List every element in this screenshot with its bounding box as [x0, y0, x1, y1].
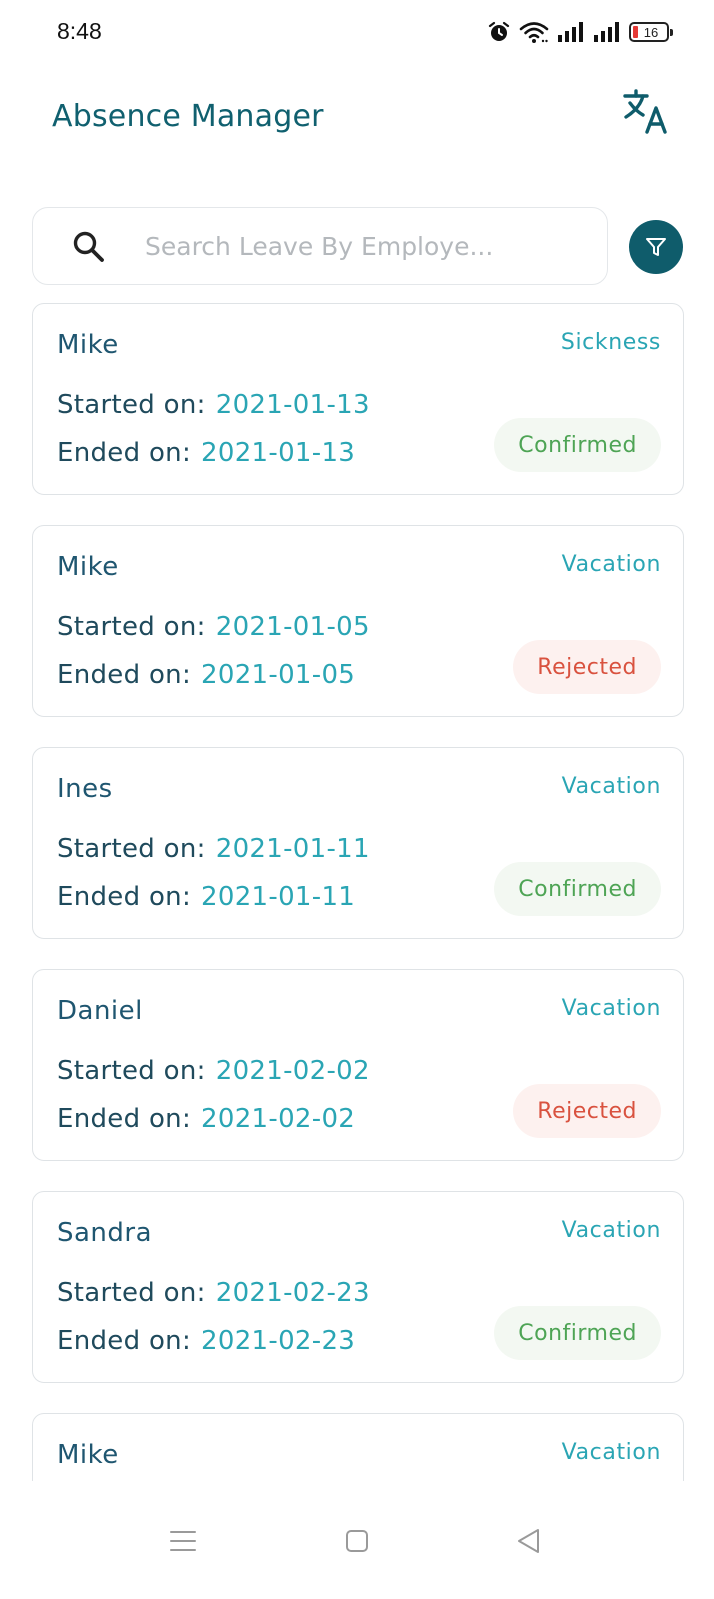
back-button[interactable] — [508, 1523, 548, 1559]
navigation-bar — [0, 1481, 714, 1599]
leave-card[interactable]: Sandra Vacation Started on: 2021-02-23 En… — [32, 1191, 684, 1383]
menu-icon — [170, 1531, 196, 1551]
status-bar: 8:48 16 — [0, 0, 714, 66]
end-date: 2021-01-11 — [201, 882, 356, 912]
menu-button[interactable] — [163, 1523, 203, 1559]
start-date: 2021-01-11 — [215, 834, 370, 864]
start-date: 2021-01-05 — [215, 612, 370, 642]
end-date-row: Ended on: 2021-02-02 — [57, 1104, 355, 1134]
leave-card[interactable]: Mike Vacation — [32, 1413, 684, 1481]
status-badge: Confirmed — [494, 418, 661, 472]
status-badge: Rejected — [513, 1084, 661, 1138]
wifi-icon — [519, 22, 549, 43]
page-title: Absence Manager — [52, 99, 324, 134]
status-badge: Rejected — [513, 640, 661, 694]
leave-card[interactable]: Daniel Vacation Started on: 2021-02-02 En… — [32, 969, 684, 1161]
end-date-row: Ended on: 2021-01-11 — [57, 882, 355, 912]
leave-type: Vacation — [561, 1218, 661, 1243]
employee-name: Mike — [57, 1440, 119, 1470]
search-box — [32, 207, 608, 285]
translate-button[interactable] — [622, 88, 672, 138]
start-label: Started on: — [57, 390, 206, 420]
start-label: Started on: — [57, 1056, 206, 1086]
end-date-row: Ended on: 2021-02-23 — [57, 1326, 355, 1356]
leave-list: Mike Sickness Started on: 2021-01-13 Ende… — [32, 303, 684, 1481]
start-date-row: Started on: 2021-01-13 — [57, 390, 370, 420]
end-label: Ended on: — [57, 882, 192, 912]
status-time: 8:48 — [57, 18, 102, 44]
start-date: 2021-01-13 — [215, 390, 370, 420]
search-input[interactable] — [145, 226, 555, 266]
end-date-row: Ended on: 2021-01-13 — [57, 438, 355, 468]
start-date-row: Started on: 2021-02-02 — [57, 1056, 370, 1086]
leave-type: Vacation — [561, 996, 661, 1021]
leave-card[interactable]: Mike Sickness Started on: 2021-01-13 Ende… — [32, 303, 684, 495]
home-button[interactable] — [337, 1523, 377, 1559]
filter-icon — [646, 238, 666, 256]
start-date-row: Started on: 2021-02-23 — [57, 1278, 370, 1308]
end-label: Ended on: — [57, 438, 192, 468]
start-date-row: Started on: 2021-01-05 — [57, 612, 370, 642]
start-date: 2021-02-02 — [215, 1056, 370, 1086]
battery-level: 16 — [643, 24, 659, 40]
end-label: Ended on: — [57, 1326, 192, 1356]
start-label: Started on: — [57, 612, 206, 642]
alarm-icon — [488, 21, 510, 41]
end-date: 2021-01-05 — [201, 660, 356, 690]
signal-icon — [594, 22, 619, 42]
home-icon — [346, 1530, 368, 1552]
end-date-row: Ended on: 2021-01-05 — [57, 660, 355, 690]
start-label: Started on: — [57, 834, 206, 864]
employee-name: Mike — [57, 330, 119, 360]
end-label: Ended on: — [57, 660, 192, 690]
leave-type: Sickness — [560, 330, 661, 355]
start-label: Started on: — [57, 1278, 206, 1308]
leave-card[interactable]: Mike Vacation Started on: 2021-01-05 Ende… — [32, 525, 684, 717]
status-badge: Confirmed — [494, 862, 661, 916]
signal-icon — [558, 22, 583, 42]
translate-icon — [623, 89, 667, 134]
employee-name: Sandra — [57, 1218, 153, 1248]
leave-type: Vacation — [561, 774, 661, 799]
end-date: 2021-02-02 — [201, 1104, 356, 1134]
start-date-row: Started on: 2021-01-11 — [57, 834, 370, 864]
employee-name: Daniel — [57, 996, 143, 1026]
end-label: Ended on: — [57, 1104, 192, 1134]
end-date: 2021-02-23 — [201, 1326, 356, 1356]
leave-type: Vacation — [561, 552, 661, 577]
status-icons: 16 — [487, 18, 673, 46]
end-date: 2021-01-13 — [201, 438, 356, 468]
search-icon — [73, 231, 104, 262]
start-date: 2021-02-23 — [215, 1278, 370, 1308]
employee-name: Mike — [57, 552, 119, 582]
back-icon — [518, 1529, 539, 1553]
battery-icon: 16 — [629, 22, 673, 42]
leave-card[interactable]: Ines Vacation Started on: 2021-01-11 Ende… — [32, 747, 684, 939]
filter-button[interactable] — [629, 220, 683, 274]
employee-name: Ines — [57, 774, 113, 804]
leave-type: Vacation — [561, 1440, 661, 1465]
status-badge: Confirmed — [494, 1306, 661, 1360]
